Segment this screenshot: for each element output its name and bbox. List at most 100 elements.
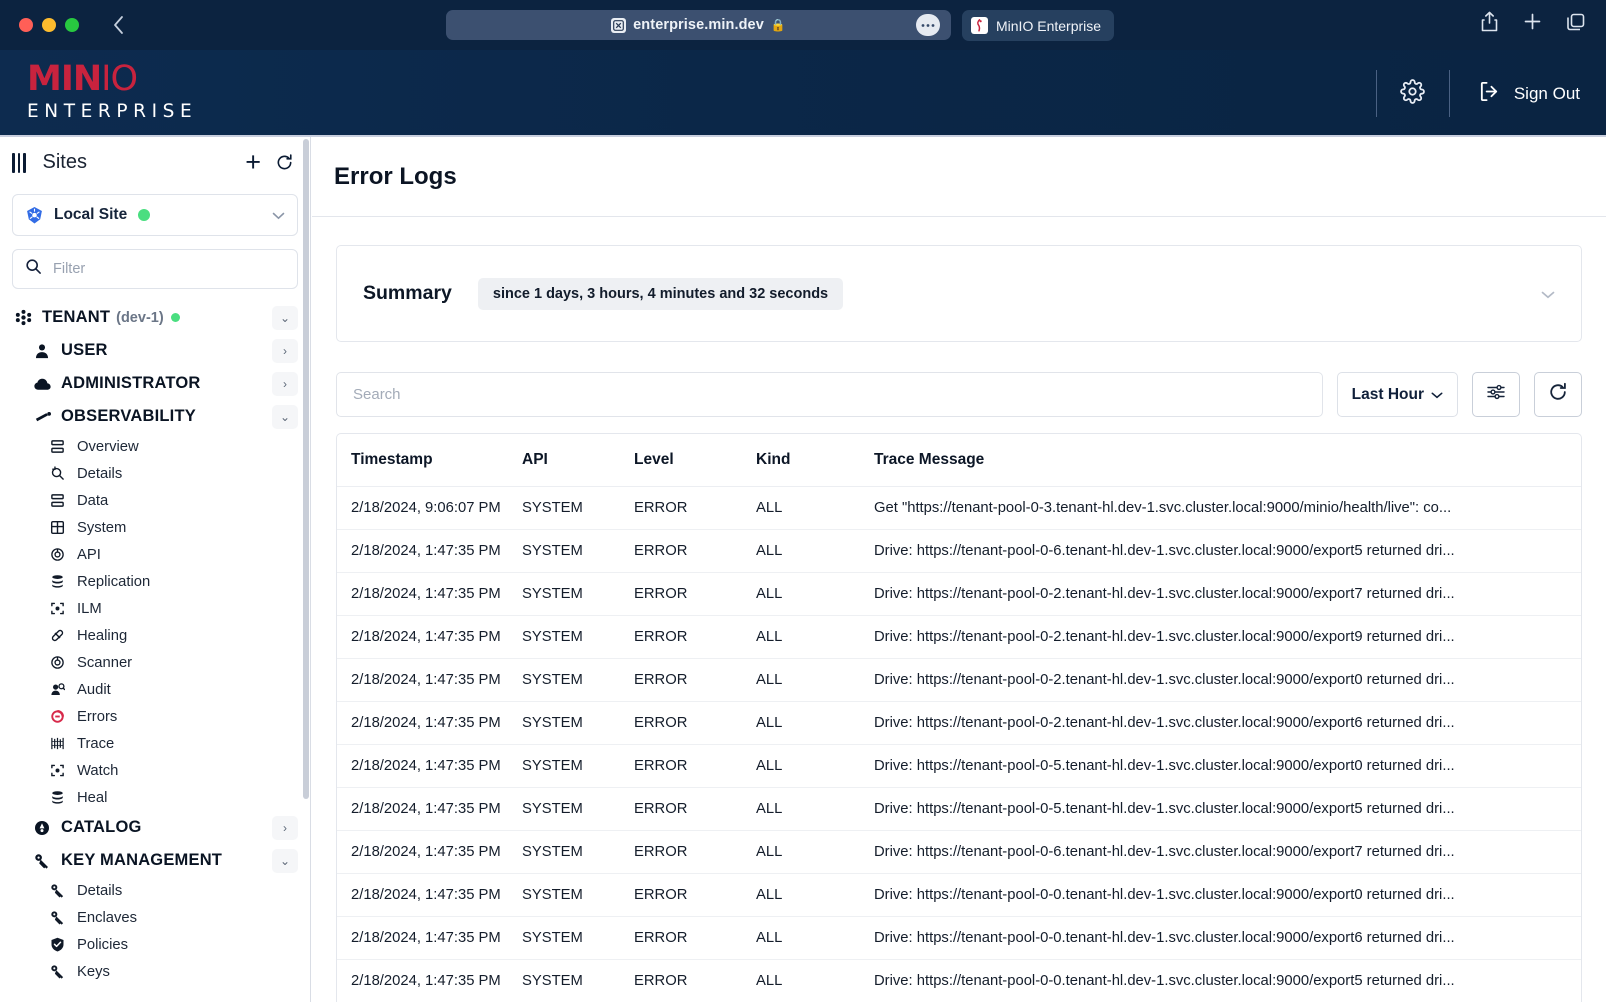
refresh-sites-icon[interactable] (275, 153, 294, 172)
site-selector[interactable]: Local Site (12, 194, 298, 236)
minimize-window-button[interactable] (42, 18, 56, 32)
main-content: Error Logs Summary since 1 days, 3 hours… (312, 137, 1606, 1002)
table-row[interactable]: 2/18/2024, 1:47:35 PM SYSTEM ERROR ALL Drive… (337, 701, 1581, 745)
maximize-window-button[interactable] (65, 18, 79, 32)
key-management-expander-icon[interactable]: ⌄ (272, 848, 298, 873)
sidebar-item-keys[interactable]: Keys (0, 958, 310, 985)
cell-level: ERROR (634, 830, 756, 874)
sidebar-item-healing[interactable]: Healing (0, 622, 310, 649)
sidebar-item-data[interactable]: Data (0, 487, 310, 514)
table-toolbar: Last Hour (336, 372, 1582, 417)
table-row[interactable]: 2/18/2024, 1:47:35 PM SYSTEM ERROR ALL Drive… (337, 658, 1581, 702)
table-row[interactable]: 2/18/2024, 1:47:35 PM SYSTEM ERROR ALL Drive… (337, 529, 1581, 573)
observability-expander-icon[interactable]: ⌄ (272, 404, 298, 429)
refresh-button[interactable] (1534, 372, 1582, 417)
column-header-kind[interactable]: Kind (756, 434, 874, 487)
table-row[interactable]: 2/18/2024, 1:47:35 PM SYSTEM ERROR ALL Drive… (337, 572, 1581, 616)
sidebar-item-label: Heal (77, 789, 108, 806)
sidebar-item-details[interactable]: Details (0, 460, 310, 487)
table-row[interactable]: 2/18/2024, 1:47:35 PM SYSTEM ERROR ALL Drive… (337, 959, 1581, 1002)
cell-trace-message: Drive: https://tenant-pool-0-5.tenant-hl… (874, 787, 1581, 831)
table-row[interactable]: 2/18/2024, 1:47:35 PM SYSTEM ERROR ALL Drive… (337, 615, 1581, 659)
cell-trace-message: Drive: https://tenant-pool-0-2.tenant-hl… (874, 701, 1581, 745)
cell-kind: ALL (756, 916, 874, 960)
column-header-api[interactable]: API (522, 434, 634, 487)
tab-overview-icon[interactable] (1566, 12, 1586, 37)
chevron-down-icon[interactable] (272, 208, 285, 223)
cell-timestamp: 2/18/2024, 1:47:35 PM (337, 916, 522, 960)
search-box[interactable] (336, 372, 1323, 417)
browser-tab-title: MinIO Enterprise (996, 17, 1102, 34)
cell-trace-message: Drive: https://tenant-pool-0-2.tenant-hl… (874, 615, 1581, 659)
window-traffic-lights[interactable] (19, 18, 79, 32)
cell-trace-message: Drive: https://tenant-pool-0-0.tenant-hl… (874, 959, 1581, 1002)
cell-kind: ALL (756, 701, 874, 745)
scanner-icon (48, 655, 67, 670)
sidebar-item-errors[interactable]: Errors (0, 703, 310, 730)
summary-expand-icon[interactable] (1541, 286, 1555, 302)
table-row[interactable]: 2/18/2024, 1:47:35 PM SYSTEM ERROR ALL Drive… (337, 830, 1581, 874)
sidebar-item-enclaves[interactable]: Enclaves (0, 904, 310, 931)
settings-button[interactable] (1377, 50, 1449, 137)
column-header-timestamp[interactable]: Timestamp (337, 434, 522, 487)
sidebar-item-policies[interactable]: Policies (0, 931, 310, 958)
sidebar-item-label: ILM (77, 600, 102, 617)
replication-icon (48, 574, 67, 589)
table-row[interactable]: 2/18/2024, 9:06:07 PM SYSTEM ERROR ALL Get "… (337, 486, 1581, 530)
sidebar-item-label: Data (77, 492, 109, 509)
search-input[interactable] (353, 386, 1306, 403)
collapse-sidebar-icon[interactable] (12, 152, 26, 173)
sidebar-group-user[interactable]: USER › (0, 334, 310, 367)
share-icon[interactable] (1480, 11, 1499, 37)
sidebar-item-scanner[interactable]: Scanner (0, 649, 310, 676)
table-row[interactable]: 2/18/2024, 1:47:35 PM SYSTEM ERROR ALL Drive… (337, 787, 1581, 831)
kubernetes-icon (25, 206, 44, 225)
summary-panel[interactable]: Summary since 1 days, 3 hours, 4 minutes… (336, 245, 1582, 342)
sidebar-item-system[interactable]: System (0, 514, 310, 541)
sidebar-nav: TENANT (dev-1) ⌄ USER › ADMINISTRATOR › … (0, 301, 310, 985)
cell-kind: ALL (756, 873, 874, 917)
sidebar-item-audit[interactable]: Audit (0, 676, 310, 703)
new-tab-icon[interactable] (1523, 12, 1542, 36)
sidebar-group-catalog[interactable]: CATALOG › (0, 811, 310, 844)
sidebar-group-tenant[interactable]: TENANT (dev-1) ⌄ (0, 301, 310, 334)
cell-api: SYSTEM (522, 572, 634, 616)
logo-min-text: MIN (27, 59, 102, 100)
sidebar-item-ilm[interactable]: ILM (0, 595, 310, 622)
table-row[interactable]: 2/18/2024, 1:47:35 PM SYSTEM ERROR ALL Drive… (337, 873, 1581, 917)
sidebar-group-key-management[interactable]: KEY MANAGEMENT ⌄ (0, 844, 310, 877)
trace-icon (48, 736, 67, 751)
sidebar-item-trace[interactable]: Trace (0, 730, 310, 757)
sidebar-item-overview[interactable]: Overview (0, 433, 310, 460)
back-button[interactable] (107, 14, 129, 36)
column-header-trace-message[interactable]: Trace Message (874, 434, 1581, 487)
sidebar-item-heal[interactable]: Heal (0, 784, 310, 811)
sidebar-filter-input[interactable] (53, 261, 285, 277)
cell-api: SYSTEM (522, 873, 634, 917)
sidebar-scrollbar[interactable] (303, 139, 309, 799)
user-expander-icon[interactable]: › (272, 338, 298, 363)
column-header-level[interactable]: Level (634, 434, 756, 487)
address-bar[interactable]: enterprise.min.dev 🔒 (446, 10, 951, 40)
table-row[interactable]: 2/18/2024, 1:47:35 PM SYSTEM ERROR ALL Drive… (337, 744, 1581, 788)
sidebar-item-watch[interactable]: Watch (0, 757, 310, 784)
sidebar-filter[interactable] (12, 249, 298, 289)
page-menu-button[interactable] (916, 14, 940, 36)
sidebar-group-administrator[interactable]: ADMINISTRATOR › (0, 367, 310, 400)
tenant-expander-icon[interactable]: ⌄ (272, 305, 298, 330)
time-range-selector[interactable]: Last Hour (1336, 372, 1458, 417)
close-window-button[interactable] (19, 18, 33, 32)
browser-tab[interactable]: MinIO Enterprise (962, 10, 1115, 41)
filter-button[interactable] (1472, 372, 1520, 417)
sidebar-item-replication[interactable]: Replication (0, 568, 310, 595)
catalog-expander-icon[interactable]: › (272, 815, 298, 840)
add-site-button[interactable]: + (245, 149, 261, 176)
sidebar-group-observability[interactable]: OBSERVABILITY ⌄ (0, 400, 310, 433)
sidebar-item-api[interactable]: API (0, 541, 310, 568)
sign-out-button[interactable]: Sign Out (1450, 50, 1606, 137)
sidebar-item-label: ADMINISTRATOR (61, 374, 201, 392)
cell-level: ERROR (634, 787, 756, 831)
administrator-expander-icon[interactable]: › (272, 371, 298, 396)
sidebar-item-kms-details[interactable]: Details (0, 877, 310, 904)
table-row[interactable]: 2/18/2024, 1:47:35 PM SYSTEM ERROR ALL Drive… (337, 916, 1581, 960)
